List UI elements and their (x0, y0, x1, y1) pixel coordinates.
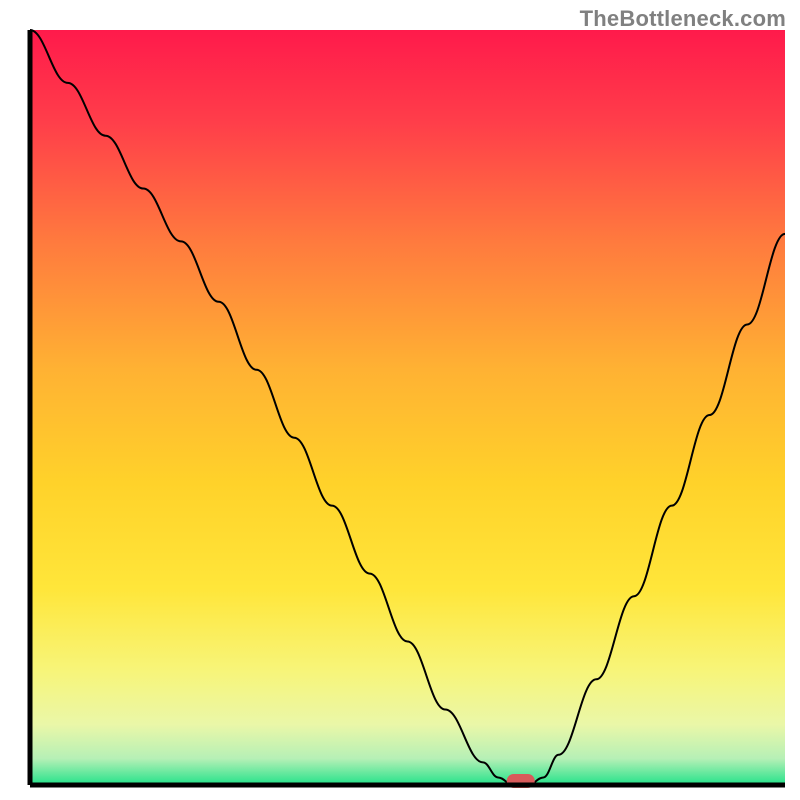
watermark-text: TheBottleneck.com (580, 6, 786, 32)
gradient-background (30, 30, 785, 785)
chart-container: TheBottleneck.com (0, 0, 800, 800)
bottleneck-chart (0, 0, 800, 800)
